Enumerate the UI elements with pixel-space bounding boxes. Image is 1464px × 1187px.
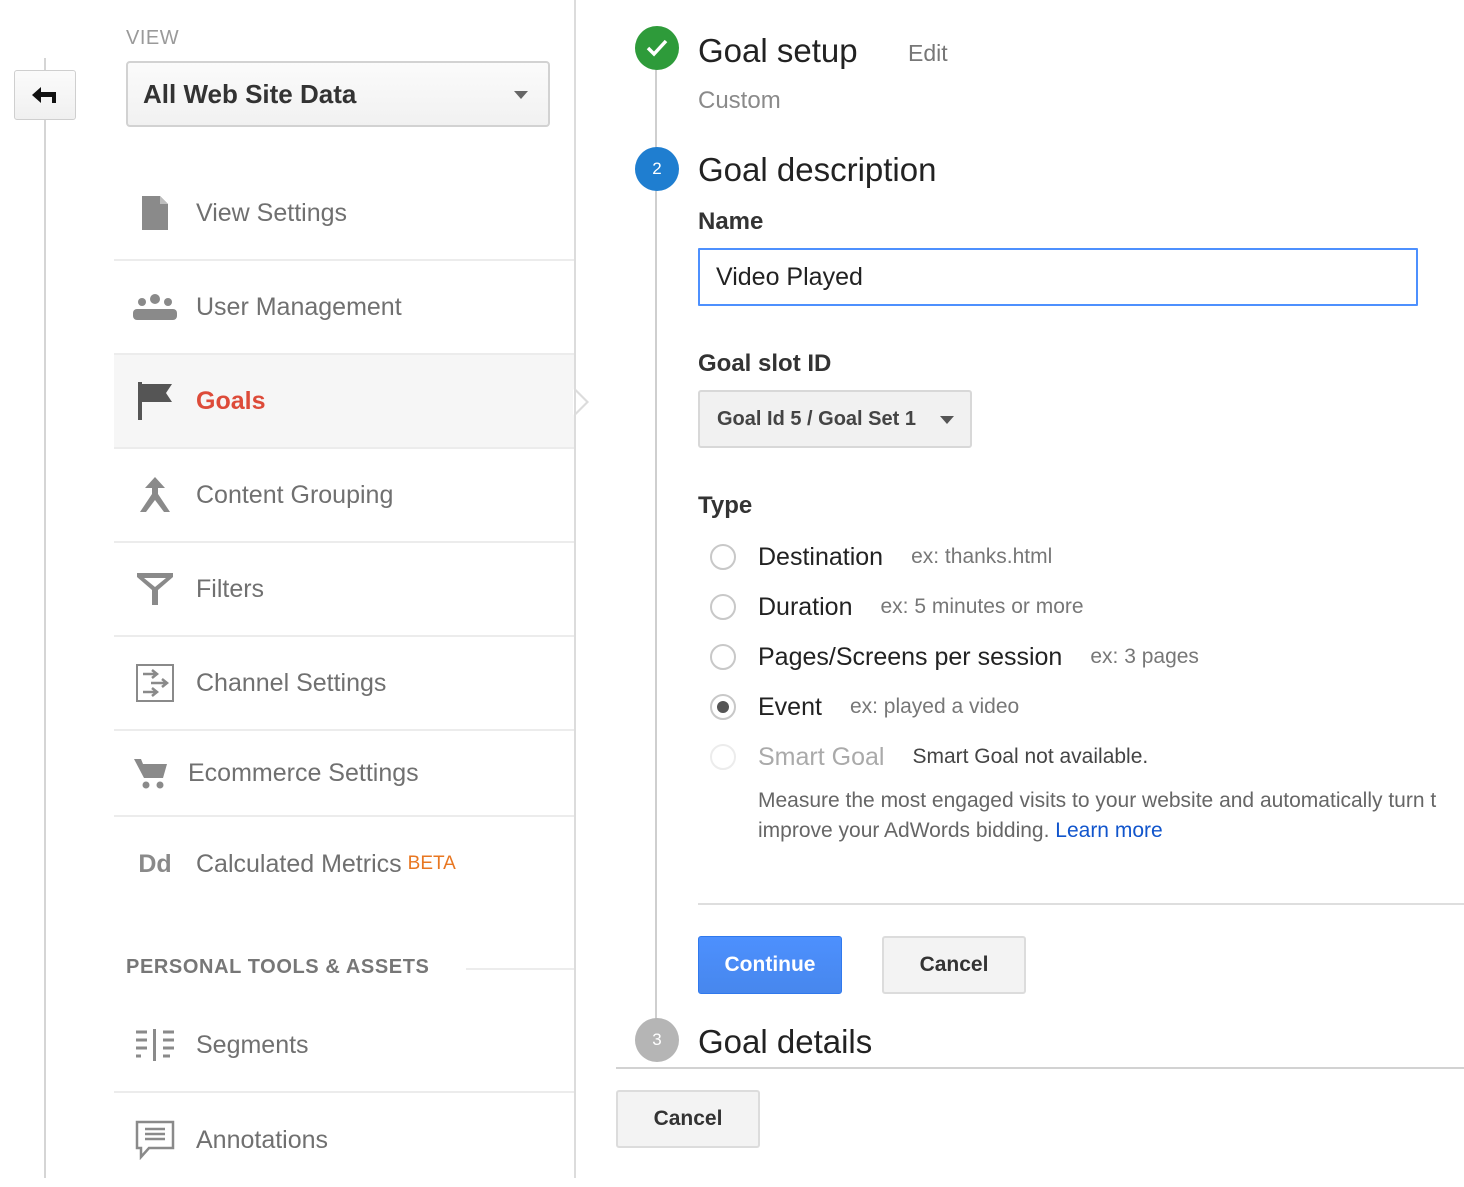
radio-smart-goal — [710, 744, 736, 770]
sidebar-item-ecommerce-settings[interactable]: Ecommerce Settings — [114, 731, 575, 817]
back-button[interactable] — [14, 70, 76, 120]
sidebar-item-label: Goals — [196, 386, 266, 415]
document-icon — [114, 195, 196, 231]
sidebar-item-label: Segments — [196, 1030, 309, 1059]
cart-icon — [114, 756, 188, 790]
merge-icon — [114, 476, 196, 514]
type-option-destination[interactable]: Destination ex: thanks.html — [710, 540, 1052, 574]
goal-setup-summary: Custom — [698, 87, 781, 114]
back-arrow-icon — [32, 87, 56, 103]
users-icon — [114, 292, 196, 322]
continue-button[interactable]: Continue — [698, 936, 842, 994]
radio-hint: ex: 5 minutes or more — [880, 595, 1084, 618]
view-select[interactable]: All Web Site Data — [126, 61, 550, 127]
flag-icon — [114, 381, 196, 421]
chevron-down-icon — [940, 416, 954, 424]
sidebar-item-filters[interactable]: Filters — [114, 543, 575, 637]
sidebar-item-label: User Management — [196, 292, 402, 321]
radio-destination[interactable] — [710, 544, 736, 570]
sidebar-border — [574, 0, 576, 1178]
segments-icon — [114, 1028, 196, 1062]
view-label: VIEW — [126, 27, 180, 49]
stepper-line — [655, 64, 657, 1022]
form-divider — [698, 903, 1464, 905]
bottom-divider — [616, 1067, 1464, 1069]
radio-event[interactable] — [710, 694, 736, 720]
edit-goal-setup-link[interactable]: Edit — [908, 40, 948, 67]
sidebar-item-content-grouping[interactable]: Content Grouping — [114, 449, 575, 543]
annotations-icon — [114, 1120, 196, 1160]
sidebar-item-label: Calculated Metrics — [196, 849, 402, 878]
sidebar-item-label: Ecommerce Settings — [188, 758, 419, 787]
radio-label: Destination — [758, 542, 884, 571]
step-number-badge: 2 — [635, 147, 679, 191]
type-option-event[interactable]: Event ex: played a video — [710, 690, 1019, 724]
sidebar-item-segments[interactable]: Segments — [114, 999, 575, 1093]
step-cancel-button[interactable]: Cancel — [882, 936, 1026, 994]
sidebar-item-label: Content Grouping — [196, 480, 394, 509]
goal-slot-label: Goal slot ID — [698, 350, 832, 377]
sidebar-item-label: Channel Settings — [196, 668, 387, 697]
step-title-goal-description: Goal description — [698, 151, 937, 188]
smart-goal-desc-line1: Measure the most engaged visits to your … — [758, 789, 1437, 812]
goal-name-input[interactable] — [698, 248, 1418, 306]
channel-settings-icon — [114, 663, 196, 703]
sidebar-item-annotations[interactable]: Annotations — [114, 1093, 575, 1187]
section-divider — [466, 968, 575, 970]
radio-hint: Smart Goal not available. — [912, 745, 1149, 768]
sidebar-item-user-management[interactable]: User Management — [114, 261, 575, 355]
radio-pages-screens[interactable] — [710, 644, 736, 670]
sidebar-item-view-settings[interactable]: View Settings — [114, 167, 575, 261]
type-option-pages-screens[interactable]: Pages/Screens per session ex: 3 pages — [710, 640, 1199, 674]
sidebar-item-label: Annotations — [196, 1125, 329, 1154]
sidebar-item-label: Filters — [196, 574, 265, 603]
beta-badge: BETA — [407, 853, 456, 874]
sidebar-item-goals[interactable]: Goals — [114, 355, 589, 449]
name-label: Name — [698, 208, 764, 235]
step-title-goal-details: Goal details — [698, 1023, 873, 1060]
step-complete-check-icon — [635, 26, 679, 70]
type-option-smart-goal: Smart Goal Smart Goal not available. — [710, 740, 1148, 774]
sidebar-item-calculated-metrics[interactable]: Dd Calculated Metrics BETA — [114, 817, 575, 911]
smart-goal-description: Measure the most engaged visits to your … — [758, 786, 1464, 846]
section-title-personal-tools: PERSONAL TOOLS & ASSETS — [126, 956, 430, 978]
back-rail-line — [44, 58, 46, 1178]
radio-hint: ex: thanks.html — [911, 545, 1053, 568]
radio-hint: ex: 3 pages — [1090, 645, 1199, 668]
radio-label: Smart Goal — [758, 742, 885, 771]
filter-icon — [114, 571, 196, 607]
sidebar-item-channel-settings[interactable]: Channel Settings — [114, 637, 575, 731]
step-number-badge: 3 — [635, 1018, 679, 1062]
type-option-duration[interactable]: Duration ex: 5 minutes or more — [710, 590, 1084, 624]
goal-slot-select[interactable]: Goal Id 5 / Goal Set 1 — [698, 390, 972, 448]
radio-duration[interactable] — [710, 594, 736, 620]
view-select-value: All Web Site Data — [143, 78, 357, 109]
type-label: Type — [698, 492, 753, 519]
admin-sidebar: VIEW All Web Site Data View Settings Use… — [114, 0, 589, 1178]
learn-more-link[interactable]: Learn more — [1055, 819, 1162, 842]
step-title-goal-setup: Goal setup — [698, 32, 858, 69]
radio-label: Pages/Screens per session — [758, 642, 1063, 671]
cancel-button[interactable]: Cancel — [616, 1090, 760, 1148]
goal-slot-value: Goal Id 5 / Goal Set 1 — [717, 407, 916, 430]
sidebar-item-label: View Settings — [196, 198, 348, 227]
radio-hint: ex: played a video — [849, 695, 1020, 718]
smart-goal-desc-line2: improve your AdWords bidding. — [758, 819, 1050, 842]
dd-icon: Dd — [138, 849, 172, 878]
radio-label: Duration — [758, 592, 853, 621]
radio-label: Event — [758, 692, 822, 721]
chevron-down-icon — [514, 91, 528, 99]
